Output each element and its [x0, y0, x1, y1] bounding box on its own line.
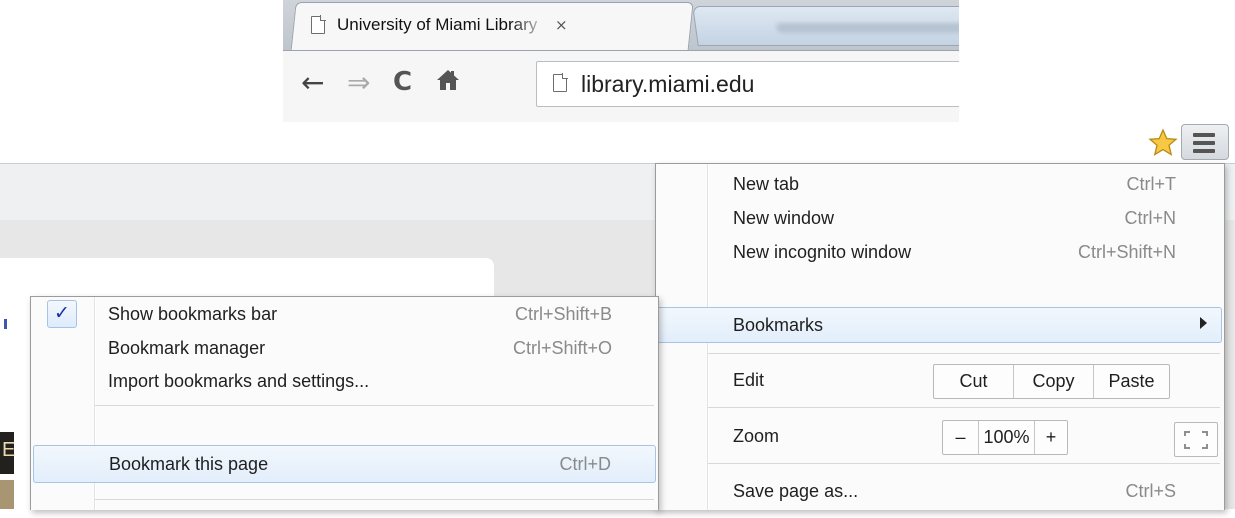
hamburger-menu-icon	[1193, 141, 1215, 145]
page-image-edge	[0, 480, 14, 509]
menu-item-zoom: Zoom	[656, 418, 1224, 454]
menu-item-bookmark-manager[interactable]: Bookmark manager Ctrl+Shift+O	[31, 332, 658, 365]
hamburger-menu-icon	[1193, 149, 1215, 153]
menu-item-new-tab[interactable]: New tab Ctrl+T	[656, 168, 1224, 201]
menu-item-new-window[interactable]: New window Ctrl+N	[656, 202, 1224, 235]
zoom-in-button[interactable]: +	[1035, 421, 1067, 454]
menu-item-label: Bookmark this page	[109, 454, 269, 474]
copy-button[interactable]: Copy	[1014, 365, 1094, 398]
menu-item-label: Bookmark manager	[108, 338, 266, 358]
menu-item-shortcut: Ctrl+D	[559, 454, 611, 474]
menu-separator	[95, 405, 654, 406]
zoom-level: 100%	[979, 421, 1035, 454]
menu-item-bookmarks[interactable]: Bookmarks	[656, 307, 1222, 343]
menu-item-save-page-as[interactable]: Save page as... Ctrl+S	[656, 473, 1224, 509]
menu-item-shortcut: Ctrl+T	[1126, 174, 1177, 194]
cut-button[interactable]: Cut	[934, 365, 1014, 398]
menu-item-bookmark-this-page[interactable]: Bookmark this page Ctrl+D	[33, 445, 656, 483]
menu-item-label: New incognito window	[733, 242, 912, 262]
inactive-tab[interactable]	[692, 6, 959, 46]
tab-title: University of Miami Library	[337, 15, 538, 34]
menu-item-shortcut: Ctrl+S	[1125, 481, 1176, 501]
zoom-control: – 100% +	[942, 420, 1068, 455]
menu-item-label: Zoom	[733, 426, 780, 446]
tab-close-icon[interactable]: ×	[555, 16, 568, 34]
menu-item-label: Show bookmarks bar	[108, 304, 278, 324]
menu-item-label: Save page as...	[733, 481, 859, 501]
navigation-toolbar: ← ⇒ C library.miami.edu	[283, 50, 959, 122]
menu-item-label: Edit	[733, 370, 765, 390]
address-bar[interactable]: library.miami.edu	[536, 61, 959, 107]
reload-button[interactable]: C	[393, 67, 412, 97]
url-text: library.miami.edu	[581, 71, 755, 97]
menu-separator	[708, 463, 1220, 464]
menu-item-shortcut: Ctrl+N	[1124, 208, 1176, 228]
back-button[interactable]: ←	[301, 66, 324, 99]
page-edge-mark	[4, 319, 7, 329]
menu-item-label: New tab	[733, 174, 800, 194]
paste-button[interactable]: Paste	[1094, 365, 1169, 398]
fullscreen-icon[interactable]	[1174, 422, 1218, 457]
menu-item-import-bookmarks[interactable]: Import bookmarks and settings...	[31, 365, 658, 398]
menu-separator	[95, 499, 654, 500]
zoom-out-button[interactable]: –	[943, 421, 979, 454]
chrome-main-menu: New tab Ctrl+T New window Ctrl+N New inc…	[655, 163, 1225, 510]
menu-item-shortcut: Ctrl+Shift+N	[1077, 242, 1176, 262]
menu-item-show-bookmarks-bar[interactable]: ✓ Show bookmarks bar Ctrl+Shift+B	[31, 297, 658, 332]
hamburger-menu-icon	[1193, 133, 1215, 137]
checkmark-box: ✓	[47, 300, 77, 328]
page-banner-letter: E	[2, 439, 16, 461]
menu-item-shortcut: Ctrl+Shift+O	[512, 338, 612, 358]
menu-separator	[708, 353, 1220, 354]
browser-toolbar-inset: University of Miami Library × ← ⇒ C libr…	[283, 0, 959, 122]
page-icon	[553, 73, 568, 92]
home-icon[interactable]	[436, 68, 460, 92]
menu-separator	[708, 407, 1220, 408]
menu-item-new-incognito-window[interactable]: New incognito window Ctrl+Shift+N	[656, 236, 1224, 269]
menu-item-shortcut: Ctrl+Shift+B	[514, 304, 612, 324]
checkmark-icon: ✓	[54, 302, 70, 324]
menu-item-label: Bookmarks	[733, 315, 824, 335]
chrome-menu-button[interactable]	[1181, 124, 1229, 160]
page-icon	[311, 15, 326, 34]
inactive-tab-title-blurred	[775, 23, 959, 33]
menu-item-label: New window	[733, 208, 835, 228]
bookmarks-submenu: ✓ Show bookmarks bar Ctrl+Shift+B Bookma…	[30, 296, 659, 510]
submenu-arrow-icon	[1200, 317, 1207, 329]
bookmark-star-icon[interactable]	[1148, 128, 1178, 158]
edit-button-group: Cut Copy Paste	[933, 364, 1170, 399]
forward-button[interactable]: ⇒	[347, 66, 370, 99]
menu-item-label: Import bookmarks and settings...	[108, 371, 370, 391]
active-tab-content: University of Miami Library ×	[311, 8, 568, 42]
